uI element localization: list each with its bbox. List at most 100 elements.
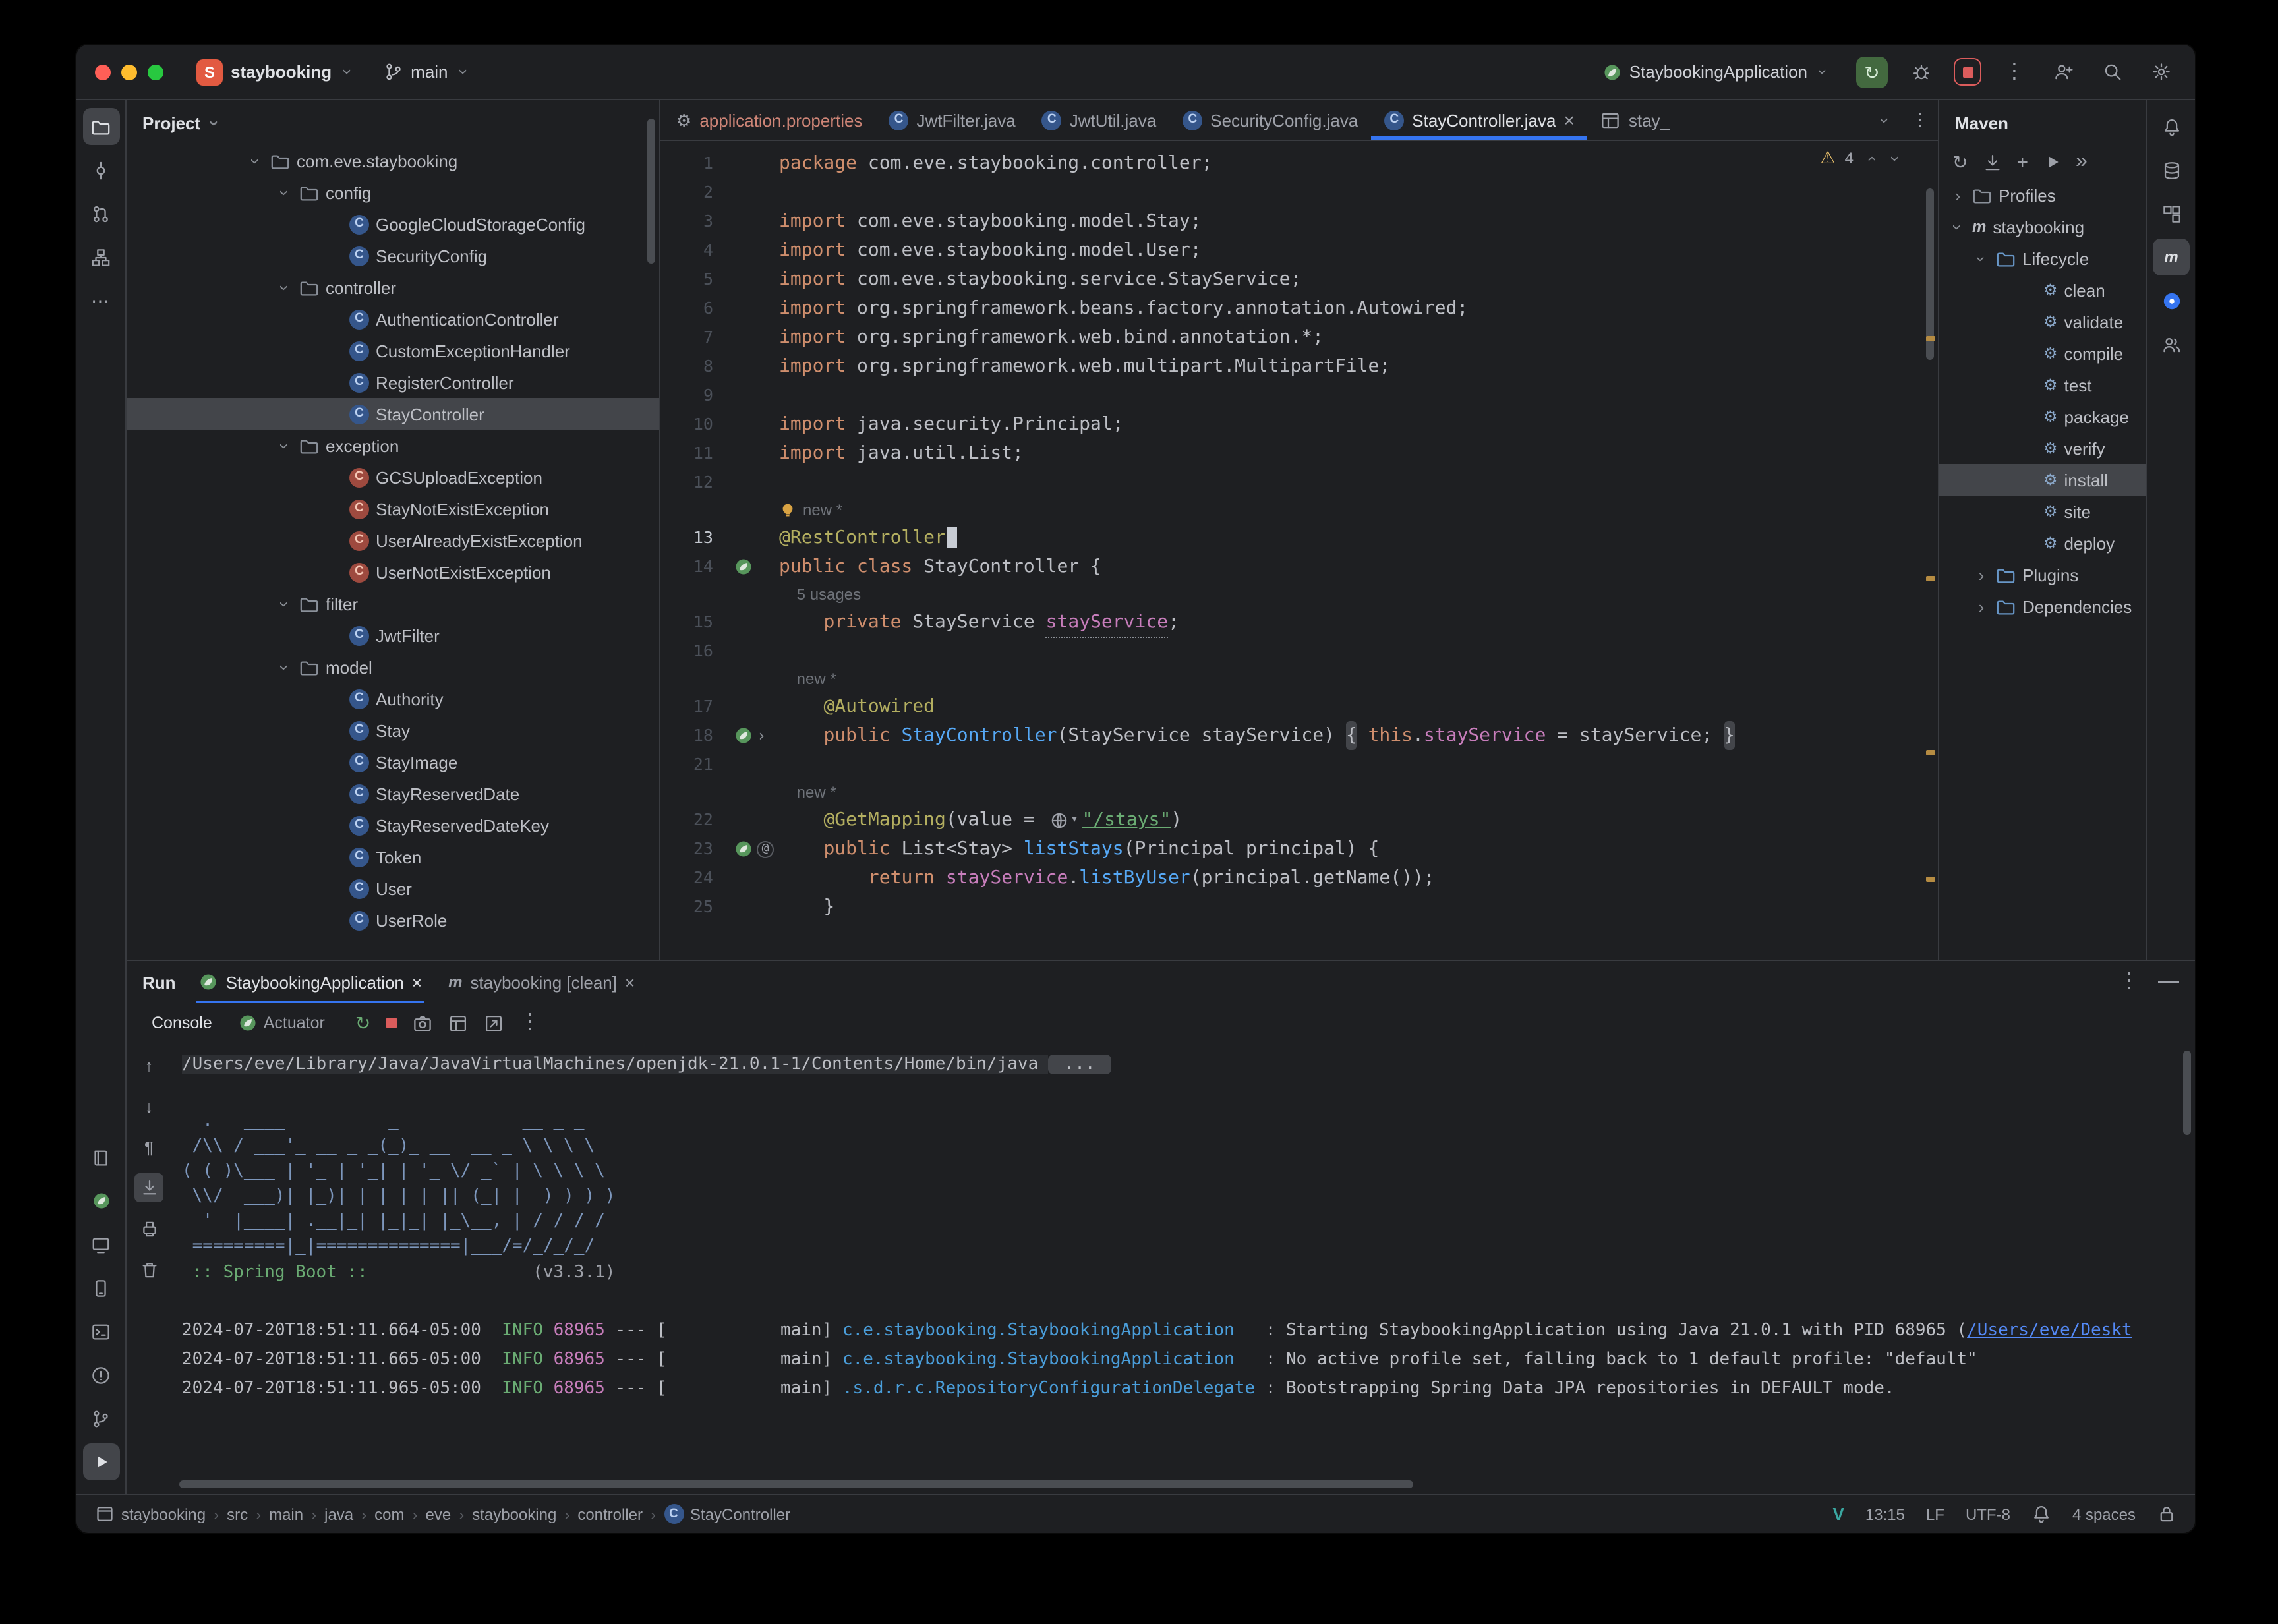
clear-all-button[interactable]	[134, 1255, 163, 1284]
zoom-window-button[interactable]	[148, 64, 163, 80]
close-tab-icon[interactable]: ×	[1564, 109, 1575, 130]
maven-item-staybooking[interactable]: › m staybooking	[1939, 211, 2146, 243]
print-button[interactable]	[134, 1214, 163, 1243]
editor-tab-application-properties[interactable]: ⚙ application.properties	[663, 100, 875, 140]
maven-item-install[interactable]: ⚙ install	[1939, 464, 2146, 496]
rerun-button[interactable]: ↻	[1856, 56, 1888, 88]
tool-project[interactable]	[82, 108, 119, 145]
project-item-jwtfilter[interactable]: C JwtFilter	[127, 620, 659, 651]
file-encoding[interactable]: UTF-8	[1966, 1505, 2010, 1523]
project-widget[interactable]: S staybooking ›	[189, 55, 363, 89]
project-item-userrole[interactable]: C UserRole	[127, 904, 659, 936]
console-scrollbar[interactable]	[2179, 1043, 2195, 1494]
breadcrumb-controller-7[interactable]: controller	[577, 1505, 643, 1523]
project-item-staycontroller[interactable]: C StayController	[127, 398, 659, 430]
close-tab-icon[interactable]: ×	[625, 972, 635, 992]
prev-occurrence-button[interactable]: ↑	[134, 1051, 163, 1080]
tool-profiler[interactable]	[82, 1269, 119, 1306]
project-scrollbar[interactable]	[643, 100, 659, 960]
maven-item-clean[interactable]: ⚙ clean	[1939, 274, 2146, 306]
stop-button[interactable]	[386, 1018, 397, 1028]
soft-wrap-button[interactable]: ¶	[134, 1132, 163, 1161]
project-item-stayreserveddate[interactable]: C StayReservedDate	[127, 778, 659, 809]
reload-button[interactable]: ↻	[1952, 153, 1968, 171]
editor-tab-jwtfilter-java[interactable]: C JwtFilter.java	[875, 100, 1028, 140]
breadcrumb-staybooking-0[interactable]: staybooking	[95, 1504, 206, 1524]
maven-item-verify[interactable]: ⚙ verify	[1939, 432, 2146, 464]
maven-item-package[interactable]: ⚙ package	[1939, 401, 2146, 432]
tool-code-with-me[interactable]	[2153, 326, 2190, 362]
maven-item-test[interactable]: ⚙ test	[1939, 369, 2146, 401]
tool-pull-requests[interactable]	[82, 195, 119, 232]
project-item-com-eve-staybooking[interactable]: › com.eve.staybooking	[127, 145, 659, 177]
project-item-filter[interactable]: › filter	[127, 588, 659, 620]
breadcrumb-src-1[interactable]: src	[227, 1505, 248, 1523]
project-item-token[interactable]: C Token	[127, 841, 659, 873]
project-item-authenticationcontroller[interactable]: C AuthenticationController	[127, 303, 659, 335]
tool-maven[interactable]: m	[2153, 239, 2190, 276]
branch-widget[interactable]: main ›	[375, 58, 479, 86]
console-output[interactable]: /Users/eve/Library/Java/JavaVirtualMachi…	[171, 1043, 2195, 1494]
project-item-registercontroller[interactable]: C RegisterController	[127, 366, 659, 398]
tab-list-button[interactable]: ›	[1868, 100, 1902, 140]
leaf-icon[interactable]	[734, 726, 753, 745]
leaf-icon[interactable]	[734, 840, 753, 858]
project-item-user[interactable]: C User	[127, 873, 659, 904]
editor-scrollbar[interactable]	[1922, 141, 1938, 960]
caret-position[interactable]: 13:15	[1865, 1505, 1905, 1523]
tool-database[interactable]	[2153, 152, 2190, 188]
project-item-authority[interactable]: C Authority	[127, 683, 659, 714]
hide-button[interactable]: —	[2158, 971, 2179, 993]
execute-goal-button[interactable]	[2043, 153, 2061, 171]
editor-tab-jwtutil-java[interactable]: C JwtUtil.java	[1029, 100, 1170, 140]
rerun-button[interactable]: ↻	[355, 1014, 370, 1032]
console-link[interactable]: /Users/eve/Deskt	[1967, 1321, 2132, 1341]
view-tab-actuator[interactable]: Actuator	[227, 1010, 337, 1036]
maven-item-profiles[interactable]: › Profiles	[1939, 179, 2146, 211]
more-button[interactable]: ⋮	[2118, 971, 2140, 993]
project-item-useralreadyexistexception[interactable]: C UserAlreadyExistException	[127, 525, 659, 556]
breadcrumb-eve-5[interactable]: eve	[426, 1505, 452, 1523]
project-item-model[interactable]: › model	[127, 651, 659, 683]
debug-button[interactable]	[1905, 56, 1937, 88]
maven-panel-header[interactable]: Maven	[1939, 100, 2146, 145]
breadcrumb-java-3[interactable]: java	[324, 1505, 353, 1523]
maven-item-compile[interactable]: ⚙ compile	[1939, 337, 2146, 369]
lock-icon[interactable]	[2157, 1504, 2176, 1524]
add-config-button[interactable]: +	[2016, 152, 2028, 172]
tool-modules[interactable]	[2153, 195, 2190, 232]
breadcrumb-com-4[interactable]: com	[374, 1505, 404, 1523]
line-separator[interactable]: LF	[1926, 1505, 1944, 1523]
tool-commit[interactable]	[82, 152, 119, 188]
project-item-stayreserveddatekey[interactable]: C StayReservedDateKey	[127, 809, 659, 841]
tool-notifications[interactable]	[2153, 108, 2190, 145]
search-everywhere-button[interactable]	[2096, 56, 2128, 88]
project-item-controller[interactable]: › controller	[127, 272, 659, 303]
project-panel-header[interactable]: Project ›	[127, 100, 659, 145]
breadcrumb-staycontroller-8[interactable]: C StayController	[664, 1504, 790, 1524]
more-button[interactable]: ⋮	[1999, 56, 2030, 88]
tool-spring[interactable]	[82, 1182, 119, 1219]
export-button[interactable]	[484, 1013, 504, 1033]
at-icon[interactable]: @	[757, 840, 774, 857]
screenshot-button[interactable]	[413, 1013, 432, 1033]
leaf-icon[interactable]	[734, 558, 753, 576]
more-button[interactable]: ⋮	[519, 1012, 540, 1033]
tool-structure[interactable]	[82, 239, 119, 276]
chevron-up-icon[interactable]: ›	[1861, 150, 1881, 166]
project-item-customexceptionhandler[interactable]: C CustomExceptionHandler	[127, 335, 659, 366]
run-tab-staybooking-clean[interactable]: m staybooking [clean] ×	[446, 961, 637, 1003]
download-sources-button[interactable]	[1982, 152, 2002, 172]
maven-item-validate[interactable]: ⚙ validate	[1939, 306, 2146, 337]
maven-item-plugins[interactable]: › Plugins	[1939, 559, 2146, 591]
breadcrumb-staybooking-6[interactable]: staybooking	[472, 1505, 556, 1523]
project-item-exception[interactable]: › exception	[127, 430, 659, 461]
notifications-icon[interactable]	[2031, 1504, 2051, 1524]
settings-button[interactable]	[2145, 56, 2176, 88]
project-item-gcsuploadexception[interactable]: C GCSUploadException	[127, 461, 659, 493]
more-button[interactable]: ⋮	[1902, 100, 1938, 140]
maven-item-lifecycle[interactable]: › Lifecycle	[1939, 243, 2146, 274]
code-area[interactable]: 1 package com.eve.staybooking.controller;…	[660, 141, 1938, 960]
stop-button[interactable]	[1954, 58, 1981, 86]
overflow-button[interactable]: »	[2076, 151, 2088, 173]
